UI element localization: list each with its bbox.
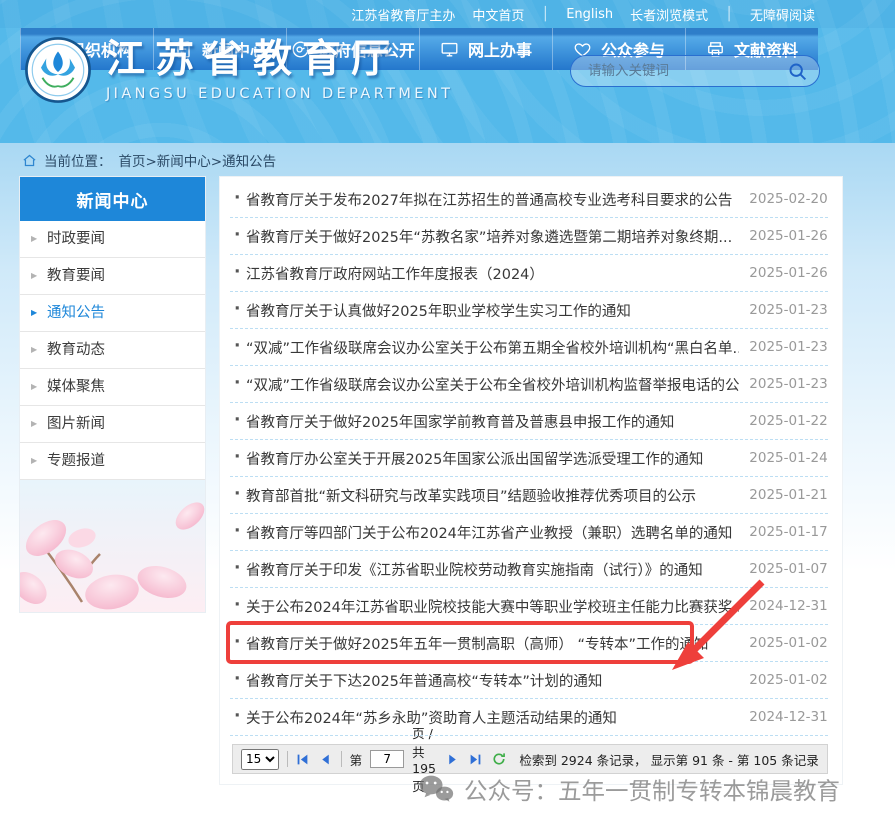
next-page-button[interactable] <box>445 753 460 766</box>
record-summary: 检索到 2924 条记录， 显示第 91 条 - 第 105 条记录 <box>519 750 818 769</box>
notice-title[interactable]: 省教育厅关于发布2027年拟在江苏招生的普通高校专业选考科目要求的公告 <box>230 189 739 210</box>
notice-row[interactable]: “双减”工作省级联席会议办公室关于公布第五期全省校外培训机构“黑白名单... 2… <box>230 329 828 366</box>
notice-title[interactable]: 省教育厅关于印发《江苏省职业院校劳动教育实施指南（试行）》的通知 <box>230 559 739 580</box>
sidebar-item[interactable]: 媒体聚焦 <box>20 369 205 406</box>
notice-row[interactable]: 省教育厅关于下达2025年普通高校“专转本”计划的通知 2025-01-02 <box>230 662 828 699</box>
notice-title[interactable]: 省教育厅办公室关于开展2025年国家公派出国留学选派受理工作的通知 <box>230 448 739 469</box>
notice-row[interactable]: 省教育厅关于印发《江苏省职业院校劳动教育实施指南（试行）》的通知 2025-01… <box>230 551 828 588</box>
notice-title[interactable]: 省教育厅等四部门关于公布2024年江苏省产业教授（兼职）选聘名单的通知 <box>230 522 739 543</box>
site-subtitle: JIANGSU EDUCATION DEPARTMENT <box>106 86 453 102</box>
first-page-button[interactable] <box>295 753 310 766</box>
last-page-button[interactable] <box>468 753 483 766</box>
topbar-link-accessibility[interactable]: 无障碍阅读 <box>750 5 815 24</box>
home-icon[interactable] <box>22 153 37 168</box>
notice-date: 2025-01-22 <box>749 413 827 429</box>
notice-row[interactable]: 省教育厅关于做好2025年“苏教名家”培养对象遴选暨第二期培养对象终期... 2… <box>230 218 828 255</box>
search-icon[interactable] <box>787 61 808 82</box>
notice-date: 2025-01-02 <box>749 672 827 688</box>
topbar-link-host[interactable]: 江苏省教育厅主办 <box>351 5 455 24</box>
notice-date: 2025-01-07 <box>749 561 827 577</box>
notice-title[interactable]: “双减”工作省级联席会议办公室关于公布第五期全省校外培训机构“黑白名单... <box>230 337 739 358</box>
sidebar-item[interactable]: 图片新闻 <box>20 406 205 443</box>
notice-title[interactable]: 江苏省教育厅政府网站工作年度报表（2024） <box>230 263 739 284</box>
notice-title[interactable]: 教育部首批“新文科研究与改革实践项目”结题验收推荐优秀项目的公示 <box>230 485 739 506</box>
notice-date: 2025-02-20 <box>749 191 827 207</box>
page-label-prefix: 第 <box>350 750 363 769</box>
notice-row[interactable]: 省教育厅等四部门关于公布2024年江苏省产业教授（兼职）选聘名单的通知 2025… <box>230 514 828 551</box>
header-region: 江苏省教育厅主办 中文首页 │ English 长者浏览模式 │ 无障碍阅读 江… <box>0 0 895 143</box>
sidebar-item-label: 通知公告 <box>47 305 105 321</box>
site-title: 江苏省教育厅 <box>106 38 453 83</box>
breadcrumb-label: 当前位置： <box>44 150 112 170</box>
sidebar-title: 新闻中心 <box>20 177 205 221</box>
notice-row[interactable]: “双减”工作省级联席会议办公室关于公布全省校外培训机构监督举报电话的公... 2… <box>230 366 828 403</box>
notice-row[interactable]: 省教育厅关于做好2025年国家学前教育普及普惠县申报工作的通知 2025-01-… <box>230 403 828 440</box>
notice-title[interactable]: “双减”工作省级联席会议办公室关于公布全省校外培训机构监督举报电话的公... <box>230 374 739 395</box>
search-box[interactable] <box>570 55 820 87</box>
magnolia-flower-image <box>20 480 205 612</box>
sidebar-item-label: 媒体聚焦 <box>47 379 105 395</box>
topbar-separator: │ <box>541 7 549 22</box>
sidebar-item-label: 专题报道 <box>47 453 105 469</box>
notice-title[interactable]: 关于公布2024年江苏省职业院校技能大赛中等职业学校班主任能力比赛获奖... <box>230 596 739 617</box>
notice-row[interactable]: 省教育厅关于发布2027年拟在江苏招生的普通高校专业选考科目要求的公告 2025… <box>230 181 828 218</box>
notice-row[interactable]: 省教育厅关于做好2025年五年一贯制高职（高师） “专转本”工作的通知 2025… <box>230 625 828 662</box>
topbar-separator: │ <box>725 7 733 22</box>
notice-title[interactable]: 关于公布2024年“苏乡永助”资助育人主题活动结果的通知 <box>230 707 739 728</box>
notice-title[interactable]: 省教育厅关于认真做好2025年职业学校学生实习工作的通知 <box>230 300 739 321</box>
notice-list: 省教育厅关于发布2027年拟在江苏招生的普通高校专业选考科目要求的公告 2025… <box>230 181 828 736</box>
sidebar-item[interactable]: 时政要闻 <box>20 221 205 258</box>
notice-title[interactable]: 省教育厅关于做好2025年五年一贯制高职（高师） “专转本”工作的通知 <box>230 633 739 654</box>
breadcrumb-path[interactable]: 首页>新闻中心>通知公告 <box>119 150 277 170</box>
sidebar-item-label: 教育要闻 <box>47 268 105 284</box>
sidebar-item[interactable]: 教育动态 <box>20 332 205 369</box>
prev-page-button[interactable] <box>318 753 333 766</box>
notice-date: 2025-01-23 <box>749 376 827 392</box>
sidebar-item-label: 教育动态 <box>47 342 105 358</box>
notice-date: 2024-12-31 <box>749 598 827 614</box>
notice-date: 2025-01-17 <box>749 524 827 540</box>
notice-date: 2025-01-26 <box>749 228 827 244</box>
topbar-link-elder-mode[interactable]: 长者浏览模式 <box>630 5 708 24</box>
topbar-link-english[interactable]: English <box>566 7 613 22</box>
search-input[interactable] <box>588 63 787 79</box>
notice-date: 2025-01-26 <box>749 265 827 281</box>
notice-row[interactable]: 江苏省教育厅政府网站工作年度报表（2024） 2025-01-26 <box>230 255 828 292</box>
sidebar-item[interactable]: 专题报道 <box>20 443 205 480</box>
breadcrumb: 当前位置： 首页>新闻中心>通知公告 <box>0 143 895 177</box>
notice-title[interactable]: 省教育厅关于下达2025年普通高校“专转本”计划的通知 <box>230 670 739 691</box>
notice-row[interactable]: 关于公布2024年江苏省职业院校技能大赛中等职业学校班主任能力比赛获奖... 2… <box>230 588 828 625</box>
refresh-icon[interactable] <box>491 752 507 766</box>
notice-list-panel: 省教育厅关于发布2027年拟在江苏招生的普通高校专业选考科目要求的公告 2025… <box>220 177 842 784</box>
notice-row[interactable]: 省教育厅办公室关于开展2025年国家公派出国留学选派受理工作的通知 2025-0… <box>230 440 828 477</box>
page-size-select[interactable]: 15 <box>241 749 279 770</box>
notice-title[interactable]: 省教育厅关于做好2025年国家学前教育普及普惠县申报工作的通知 <box>230 411 739 432</box>
notice-date: 2024-12-31 <box>749 709 827 725</box>
nav-item-label: 网上办事 <box>468 37 532 61</box>
notice-date: 2025-01-23 <box>749 339 827 355</box>
sidebar-item[interactable]: 通知公告 <box>20 295 205 332</box>
page-number-input[interactable] <box>370 750 404 768</box>
notice-row[interactable]: 关于公布2024年“苏乡永助”资助育人主题活动结果的通知 2024-12-31 <box>230 699 828 736</box>
page-body: 当前位置： 首页>新闻中心>通知公告 新闻中心 时政要闻 教育要闻 通知公告 <box>0 143 895 833</box>
notice-date: 2025-01-21 <box>749 487 827 503</box>
notice-row[interactable]: 教育部首批“新文科研究与改革实践项目”结题验收推荐优秀项目的公示 2025-01… <box>230 477 828 514</box>
notice-row[interactable]: 省教育厅关于认真做好2025年职业学校学生实习工作的通知 2025-01-23 <box>230 292 828 329</box>
notice-date: 2025-01-23 <box>749 302 827 318</box>
sidebar-item[interactable]: 教育要闻 <box>20 258 205 295</box>
topbar-link-chinese-home[interactable]: 中文首页 <box>472 5 524 24</box>
sidebar-menu: 时政要闻 教育要闻 通知公告 教育动态 媒体聚焦 <box>20 221 205 480</box>
notice-date: 2025-01-24 <box>749 450 827 466</box>
site-branding: 江苏省教育厅 JIANGSU EDUCATION DEPARTMENT <box>24 36 453 104</box>
jiangsu-education-logo-icon <box>24 36 92 104</box>
sidebar-item-label: 图片新闻 <box>47 416 105 432</box>
pagination-bar: 15 第 页 / 共 195 页 检索到 2924 条记录， 显示第 91 条 … <box>232 744 828 774</box>
notice-title[interactable]: 省教育厅关于做好2025年“苏教名家”培养对象遴选暨第二期培养对象终期... <box>230 226 739 247</box>
sidebar: 新闻中心 时政要闻 教育要闻 通知公告 教育动态 <box>20 177 205 612</box>
notice-date: 2025-01-02 <box>749 635 827 651</box>
topbar: 江苏省教育厅主办 中文首页 │ English 长者浏览模式 │ 无障碍阅读 <box>0 0 895 28</box>
sidebar-item-label: 时政要闻 <box>47 231 105 247</box>
